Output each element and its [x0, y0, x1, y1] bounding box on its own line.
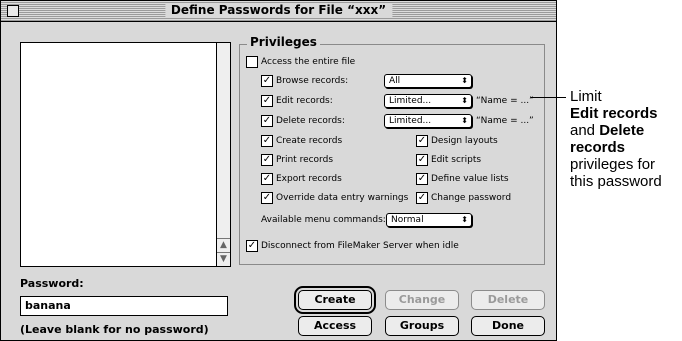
access-button[interactable]: Access: [298, 316, 372, 336]
menu-commands-popup[interactable]: Normal ⬍: [386, 213, 472, 227]
password-field[interactable]: banana: [20, 296, 228, 316]
privileges-label: Privileges: [247, 35, 320, 49]
done-button[interactable]: Done: [471, 316, 545, 336]
password-hint: (Leave blank for no password): [20, 323, 209, 336]
change-password-checkbox[interactable]: ✓ Change password: [416, 192, 511, 204]
callout-line-3: and Delete: [570, 122, 682, 139]
checkmark-icon: ✓: [261, 154, 273, 166]
delete-records-popup[interactable]: Limited... ⬍: [384, 114, 472, 128]
callout-line-1: Limit: [570, 88, 602, 105]
edit-records-popup[interactable]: Limited... ⬍: [384, 94, 472, 108]
edit-scripts-checkbox[interactable]: ✓ Edit scripts: [416, 154, 481, 166]
create-records-checkbox[interactable]: ✓ Create records: [261, 135, 342, 147]
popup-arrows-icon: ⬍: [461, 96, 468, 105]
callout-and: and: [570, 122, 596, 139]
define-passwords-dialog: Define Passwords for File “xxx” ▲ ▼ Priv…: [0, 0, 557, 341]
delete-button[interactable]: Delete: [471, 290, 545, 310]
override-warnings-checkbox[interactable]: ✓ Override data entry warnings: [261, 192, 408, 204]
checkmark-icon: ✓: [416, 154, 428, 166]
change-button[interactable]: Change: [385, 290, 459, 310]
checkmark-icon: ✓: [246, 240, 258, 252]
print-records-checkbox[interactable]: ✓ Print records: [261, 154, 333, 166]
window-title: Define Passwords for File “xxx”: [164, 3, 393, 18]
define-value-lists-checkbox[interactable]: ✓ Define value lists: [416, 173, 509, 185]
groups-button[interactable]: Groups: [385, 316, 459, 336]
checkmark-icon: ✓: [261, 173, 273, 185]
checkmark-icon: ✓: [261, 135, 273, 147]
callout-line-6: this password: [570, 173, 662, 190]
checkmark-icon: ✓: [261, 95, 273, 107]
title-bar[interactable]: Define Passwords for File “xxx”: [1, 1, 556, 22]
close-box[interactable]: [7, 5, 19, 17]
password-list[interactable]: ▲ ▼: [20, 42, 231, 267]
checkmark-icon: ✓: [261, 192, 273, 204]
disconnect-idle-checkbox[interactable]: ✓ Disconnect from FileMaker Server when …: [246, 240, 459, 252]
menu-commands-label: Available menu commands:: [261, 215, 386, 225]
callout-bold-2: Delete: [599, 122, 645, 139]
callout-line-5: privileges for: [570, 156, 656, 173]
checkmark-icon: ✓: [261, 75, 273, 87]
scroll-up-arrow-icon[interactable]: ▲: [217, 238, 230, 252]
checkmark-icon: ✓: [416, 173, 428, 185]
popup-arrows-icon: ⬍: [461, 76, 468, 85]
callout-bold-1: Edit records: [570, 105, 658, 122]
design-layouts-checkbox[interactable]: ✓ Design layouts: [416, 135, 498, 147]
export-records-checkbox[interactable]: ✓ Export records: [261, 173, 342, 185]
browse-records-checkbox[interactable]: ✓ Browse records:: [261, 75, 348, 87]
create-button[interactable]: Create: [294, 286, 376, 314]
edit-records-formula: “Name = ...”: [476, 96, 534, 106]
checkmark-icon: ✓: [416, 135, 428, 147]
delete-records-formula: “Name = ...”: [476, 116, 534, 126]
scroll-down-arrow-icon[interactable]: ▼: [217, 252, 230, 266]
callout-bold-3: records: [570, 139, 626, 156]
access-entire-file-checkbox[interactable]: Access the entire file: [246, 56, 355, 68]
callout-line: [531, 97, 566, 98]
password-label: Password:: [20, 277, 84, 290]
delete-records-checkbox[interactable]: ✓ Delete records:: [261, 115, 345, 127]
callout-text: Limit Edit records and Delete records pr…: [570, 88, 682, 190]
checkmark-icon: ✓: [261, 115, 273, 127]
checkmark-icon: ✓: [416, 192, 428, 204]
checkbox-icon: [246, 56, 258, 68]
browse-records-popup[interactable]: All ⬍: [384, 74, 472, 88]
edit-records-checkbox[interactable]: ✓ Edit records:: [261, 95, 333, 107]
popup-arrows-icon: ⬍: [461, 116, 468, 125]
password-list-scrollbar[interactable]: ▲ ▼: [216, 43, 230, 266]
popup-arrows-icon: ⬍: [461, 215, 468, 224]
